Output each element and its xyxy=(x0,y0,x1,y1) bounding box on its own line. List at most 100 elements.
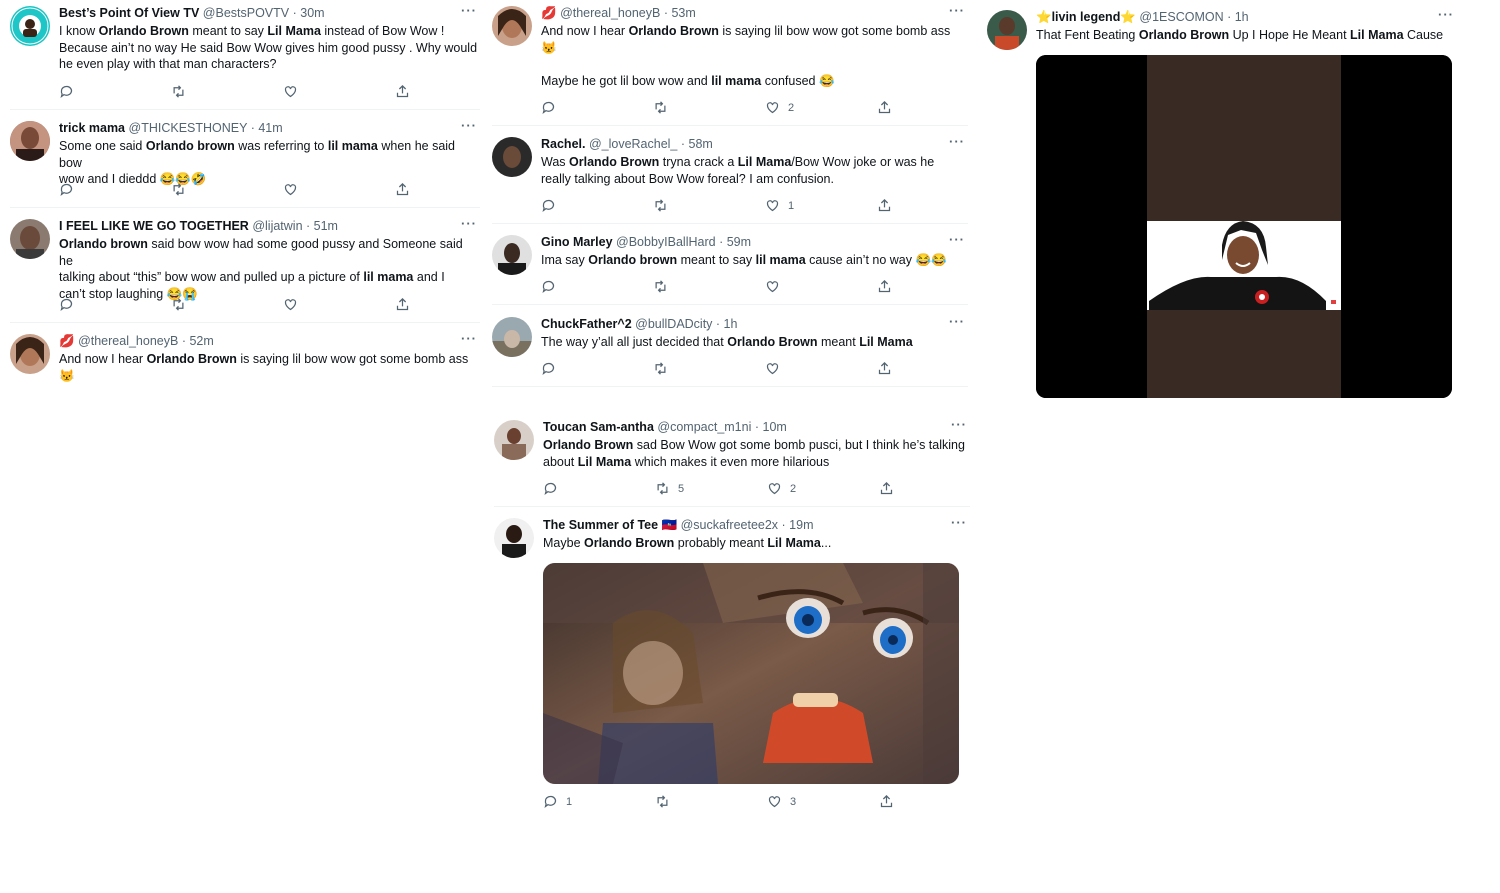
like-button[interactable] xyxy=(283,84,306,99)
more-options-icon[interactable]: ··· xyxy=(949,232,965,247)
tweet[interactable]: Best’s Point Of View TV @BestsPOVTV · 30… xyxy=(10,3,480,110)
share-button[interactable] xyxy=(395,84,410,99)
like-button[interactable]: 1 xyxy=(765,198,794,213)
retweet-button[interactable] xyxy=(655,794,678,809)
author-handle[interactable]: @suckafreetee2x xyxy=(681,518,778,532)
avatar[interactable] xyxy=(492,235,532,275)
author-handle[interactable]: @1ESCOMON xyxy=(1139,10,1223,24)
tweet-time[interactable]: · 10m xyxy=(755,420,787,434)
author-name[interactable]: Best’s Point Of View TV xyxy=(59,6,199,20)
author-handle[interactable]: @lijatwin xyxy=(252,219,302,233)
tweet-time[interactable]: · 51m xyxy=(306,219,338,233)
tweet-time[interactable]: · 59m xyxy=(719,235,751,249)
retweet-button[interactable] xyxy=(653,198,676,213)
avatar[interactable] xyxy=(492,317,532,357)
author-handle[interactable]: @thereal_honeyB xyxy=(560,6,660,20)
like-button[interactable] xyxy=(283,182,306,197)
more-options-icon[interactable]: ··· xyxy=(949,314,965,329)
share-button[interactable] xyxy=(877,279,892,294)
author-name[interactable]: trick mama xyxy=(59,121,125,135)
tweet-time[interactable]: · 41m xyxy=(251,121,283,135)
author-name[interactable]: 💋 xyxy=(541,6,557,20)
tweet[interactable]: 💋 @thereal_honeyB · 52m ··· And now I hear… xyxy=(10,331,480,394)
author-handle[interactable]: @compact_m1ni xyxy=(657,420,751,434)
author-handle[interactable]: @THICKESTHONEY xyxy=(129,121,248,135)
more-options-icon[interactable]: ··· xyxy=(461,3,477,18)
author-handle[interactable]: @bullDADcity xyxy=(635,317,712,331)
avatar[interactable] xyxy=(10,334,50,374)
reply-button[interactable]: 1 xyxy=(543,794,572,809)
tweet-time[interactable]: · 30m xyxy=(293,6,325,20)
author-handle[interactable]: @BestsPOVTV xyxy=(203,6,289,20)
retweet-button[interactable]: 5 xyxy=(655,481,684,496)
share-button[interactable] xyxy=(395,297,410,312)
tweet[interactable]: The Summer of Tee 🇭🇹 @suckafreetee2x · 1… xyxy=(494,515,970,818)
retweet-button[interactable] xyxy=(171,84,194,99)
reply-button[interactable] xyxy=(541,361,564,376)
more-options-icon[interactable]: ··· xyxy=(949,3,965,18)
more-options-icon[interactable]: ··· xyxy=(951,417,967,432)
tweet[interactable]: Gino Marley @BobbyIBallHard · 59m ··· Ima … xyxy=(492,232,968,305)
tweet-image[interactable] xyxy=(543,563,959,784)
more-options-icon[interactable]: ··· xyxy=(461,118,477,133)
more-options-icon[interactable]: ··· xyxy=(461,331,477,346)
like-button[interactable] xyxy=(765,279,788,294)
share-button[interactable] xyxy=(877,100,892,115)
tweet-time[interactable]: · 58m xyxy=(681,137,713,151)
reply-button[interactable] xyxy=(541,100,564,115)
like-button[interactable]: 2 xyxy=(765,100,794,115)
author-name[interactable]: ChuckFather^2 xyxy=(541,317,632,331)
avatar[interactable] xyxy=(494,420,534,460)
author-handle[interactable]: @_loveRachel_ xyxy=(589,137,677,151)
avatar[interactable] xyxy=(10,121,50,161)
author-name[interactable]: I FEEL LIKE WE GO TOGETHER xyxy=(59,219,249,233)
more-options-icon[interactable]: ··· xyxy=(949,134,965,149)
tweet-time[interactable]: · 53m xyxy=(664,6,696,20)
author-handle[interactable]: @BobbyIBallHard xyxy=(616,235,716,249)
tweet-time[interactable]: · 1h xyxy=(716,317,738,331)
tweet[interactable]: ⭐livin legend⭐ @1ESCOMON · 1h ··· That Fen… xyxy=(987,7,1457,400)
author-name[interactable]: 💋 xyxy=(59,334,75,348)
avatar[interactable] xyxy=(492,6,532,46)
avatar[interactable] xyxy=(987,10,1027,50)
reply-button[interactable] xyxy=(59,84,82,99)
like-button[interactable]: 3 xyxy=(767,794,796,809)
retweet-button[interactable] xyxy=(653,361,676,376)
avatar[interactable] xyxy=(10,219,50,259)
reply-button[interactable] xyxy=(59,297,82,312)
retweet-button[interactable] xyxy=(171,182,194,197)
tweet-video[interactable] xyxy=(1036,55,1452,398)
retweet-button[interactable] xyxy=(171,297,194,312)
tweet-time[interactable]: · 52m xyxy=(182,334,214,348)
tweet-time[interactable]: · 19m xyxy=(782,518,814,532)
tweet[interactable]: ChuckFather^2 @bullDADcity · 1h ··· The wa… xyxy=(492,314,968,387)
reply-button[interactable] xyxy=(543,481,566,496)
share-button[interactable] xyxy=(395,182,410,197)
more-options-icon[interactable]: ··· xyxy=(461,216,477,231)
like-button[interactable] xyxy=(765,361,788,376)
tweet[interactable]: 💋 @thereal_honeyB · 53m ··· And now I hear… xyxy=(492,3,968,126)
avatar[interactable] xyxy=(492,137,532,177)
like-button[interactable]: 2 xyxy=(767,481,796,496)
tweet[interactable]: Rachel. @_loveRachel_ · 58m ··· Was Orland… xyxy=(492,134,968,224)
like-button[interactable] xyxy=(283,297,306,312)
author-name[interactable]: Toucan Sam-antha xyxy=(543,420,654,434)
avatar[interactable] xyxy=(10,6,50,46)
share-button[interactable] xyxy=(877,361,892,376)
author-name[interactable]: ⭐livin legend⭐ xyxy=(1036,10,1136,24)
more-options-icon[interactable]: ··· xyxy=(951,515,967,530)
reply-button[interactable] xyxy=(541,279,564,294)
more-options-icon[interactable]: ··· xyxy=(1438,7,1454,22)
retweet-button[interactable] xyxy=(653,279,676,294)
share-button[interactable] xyxy=(879,481,894,496)
share-button[interactable] xyxy=(879,794,894,809)
tweet[interactable]: trick mama @THICKESTHONEY · 41m ··· Some o… xyxy=(10,118,480,208)
tweet[interactable]: Toucan Sam-antha @compact_m1ni · 10m ··· O… xyxy=(494,417,970,507)
retweet-button[interactable] xyxy=(653,100,676,115)
author-handle[interactable]: @thereal_honeyB xyxy=(78,334,178,348)
reply-button[interactable] xyxy=(59,182,82,197)
tweet[interactable]: I FEEL LIKE WE GO TOGETHER @lijatwin · 5… xyxy=(10,216,480,323)
share-button[interactable] xyxy=(877,198,892,213)
reply-button[interactable] xyxy=(541,198,564,213)
author-name[interactable]: The Summer of Tee 🇭🇹 xyxy=(543,518,677,532)
